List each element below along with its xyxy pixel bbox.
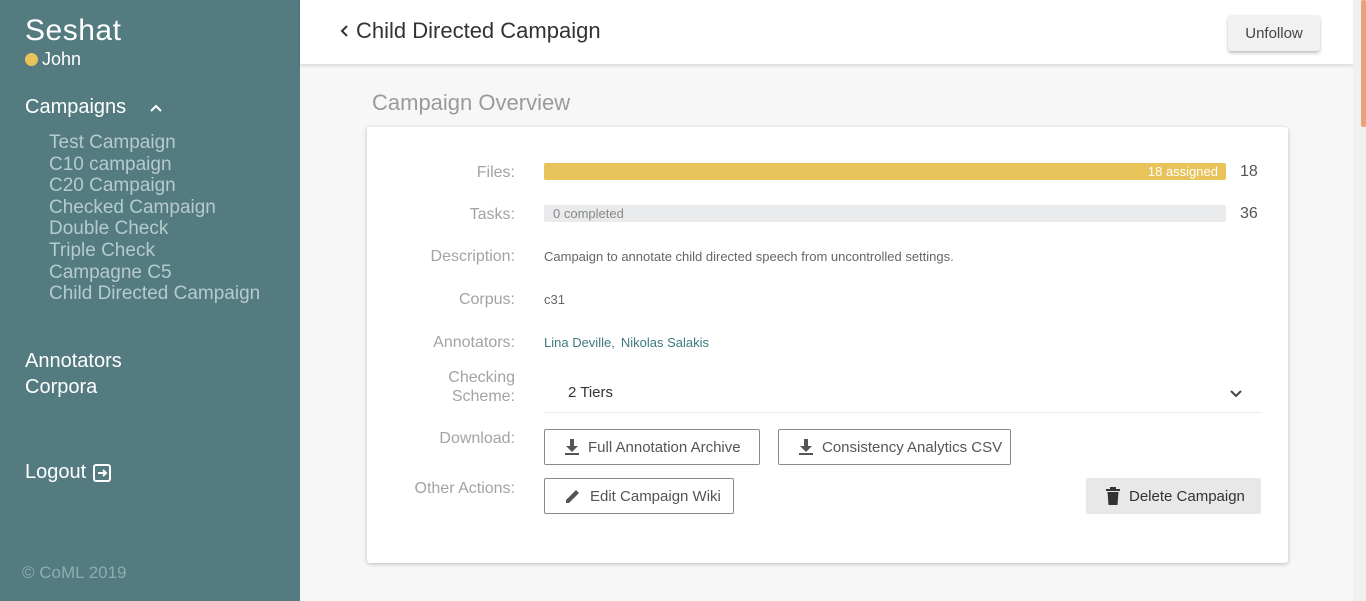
campaign-overview-card: Files: 18 assigned 18 Tasks: 0 completed… bbox=[367, 127, 1288, 563]
logout-label: Logout bbox=[25, 461, 87, 483]
files-count: 18 bbox=[1240, 163, 1258, 180]
tasks-count: 36 bbox=[1240, 205, 1258, 222]
edit-campaign-wiki-button[interactable]: Edit Campaign Wiki bbox=[544, 478, 734, 514]
checking-scheme-label: Checking Scheme: bbox=[367, 368, 515, 406]
tasks-label: Tasks: bbox=[469, 206, 515, 223]
delete-campaign-button[interactable]: Delete Campaign bbox=[1086, 478, 1261, 514]
sidebar: Seshat John Campaigns Test Campaign C10 … bbox=[0, 0, 300, 601]
campaign-item-c5[interactable]: Campagne C5 bbox=[49, 262, 279, 284]
nav-campaigns[interactable]: Campaigns bbox=[25, 96, 164, 119]
annotator-link[interactable]: Nikolas Salakis bbox=[621, 335, 709, 350]
pencil-icon bbox=[566, 490, 579, 503]
annotators-list: Lina Deville, Nikolas Salakis bbox=[544, 335, 715, 350]
section-title: Campaign Overview bbox=[372, 90, 571, 115]
description-value: Campaign to annotate child directed spee… bbox=[544, 249, 954, 264]
campaign-item-double-check[interactable]: Double Check bbox=[49, 218, 279, 240]
campaign-item-test[interactable]: Test Campaign bbox=[49, 132, 279, 154]
campaign-item-c10[interactable]: C10 campaign bbox=[49, 154, 279, 176]
other-actions-label: Other Actions: bbox=[414, 480, 516, 497]
tasks-bar-text: 0 completed bbox=[553, 206, 624, 221]
annotator-link[interactable]: Lina Deville, bbox=[544, 335, 615, 350]
back-button[interactable]: Child Directed Campaign bbox=[340, 18, 601, 44]
nav-campaigns-label: Campaigns bbox=[25, 96, 127, 118]
corpus-value: c31 bbox=[544, 292, 565, 307]
unfollow-button[interactable]: Unfollow bbox=[1228, 15, 1320, 51]
chevron-left-icon bbox=[340, 25, 348, 37]
copyright: © CoML 2019 bbox=[22, 563, 127, 582]
logout-icon bbox=[93, 463, 112, 482]
page-header: Child Directed Campaign Unfollow bbox=[300, 0, 1353, 64]
chevron-up-icon[interactable] bbox=[148, 100, 164, 116]
files-label: Files: bbox=[476, 164, 515, 181]
consistency-analytics-csv-label: Consistency Analytics CSV bbox=[822, 438, 1003, 456]
current-user: John bbox=[25, 49, 81, 70]
consistency-analytics-csv-button[interactable]: Consistency Analytics CSV bbox=[778, 429, 1011, 465]
corpus-label: Corpus: bbox=[458, 291, 515, 308]
full-annotation-archive-label: Full Annotation Archive bbox=[588, 438, 741, 456]
checking-scheme-value: 2 Tiers bbox=[568, 384, 614, 401]
campaign-list: Test Campaign C10 campaign C20 Campaign … bbox=[49, 132, 279, 305]
user-status-dot bbox=[25, 53, 38, 66]
checking-scheme-label-line1: Checking bbox=[448, 369, 515, 386]
download-label: Download: bbox=[439, 430, 515, 447]
campaign-item-child-directed[interactable]: Child Directed Campaign bbox=[49, 283, 279, 305]
nav-corpora[interactable]: Corpora bbox=[25, 376, 97, 399]
campaign-item-checked[interactable]: Checked Campaign bbox=[49, 197, 279, 219]
campaign-item-c20[interactable]: C20 Campaign bbox=[49, 175, 279, 197]
delete-campaign-label: Delete Campaign bbox=[1129, 487, 1245, 505]
files-bar-text: 18 assigned bbox=[1147, 164, 1218, 179]
checking-scheme-label-line2: Scheme: bbox=[451, 388, 515, 405]
checking-scheme-select[interactable]: 2 Tiers bbox=[544, 375, 1262, 413]
full-annotation-archive-button[interactable]: Full Annotation Archive bbox=[544, 429, 760, 465]
files-progress-bar: 18 assigned bbox=[544, 163, 1226, 180]
download-icon bbox=[565, 439, 579, 455]
page-title: Child Directed Campaign bbox=[356, 18, 601, 43]
scrollbar-thumb[interactable] bbox=[1361, 0, 1366, 127]
annotators-label: Annotators: bbox=[433, 334, 515, 351]
edit-campaign-wiki-label: Edit Campaign Wiki bbox=[590, 487, 721, 505]
user-name: John bbox=[42, 49, 82, 69]
scrollbar[interactable] bbox=[1353, 0, 1366, 601]
campaign-item-triple-check[interactable]: Triple Check bbox=[49, 240, 279, 262]
brand-logo[interactable]: Seshat bbox=[25, 14, 121, 48]
chevron-down-icon bbox=[1230, 390, 1242, 398]
description-label: Description: bbox=[430, 248, 515, 265]
logout-button[interactable]: Logout bbox=[25, 461, 112, 484]
tasks-progress-bar: 0 completed bbox=[544, 205, 1226, 222]
trash-icon bbox=[1106, 487, 1120, 505]
nav-annotators[interactable]: Annotators bbox=[25, 350, 122, 373]
download-icon bbox=[799, 439, 813, 455]
